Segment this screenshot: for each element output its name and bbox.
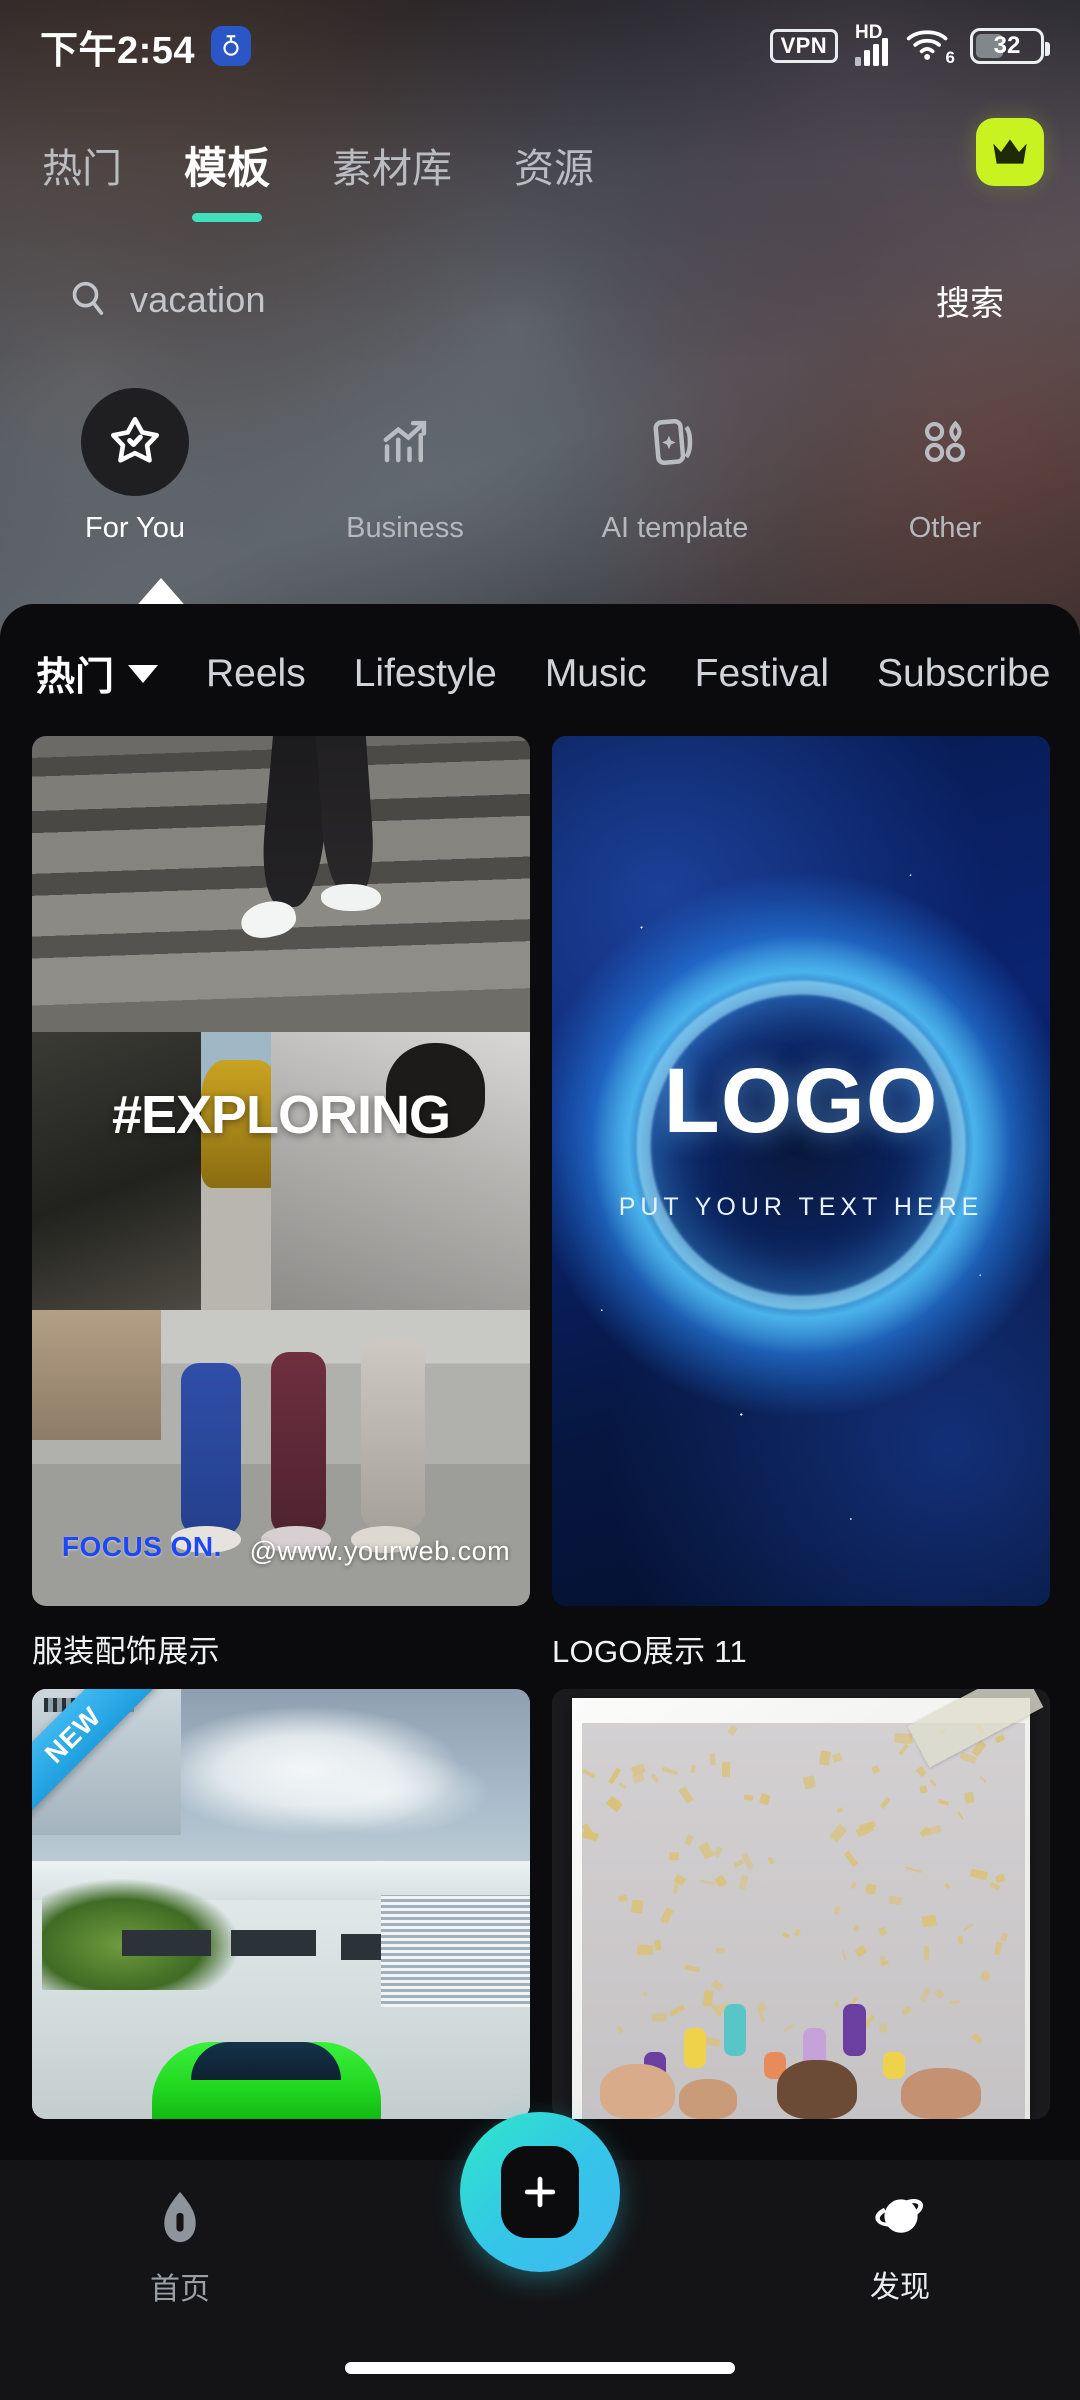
chevron-down-icon[interactable] — [128, 665, 159, 683]
category-business[interactable]: Business — [270, 388, 540, 568]
home-icon — [157, 2189, 203, 2250]
template-card[interactable]: #EXPLORING FOCUS ON. @www.yourweb.com 服装… — [32, 736, 530, 1671]
vpn-indicator: VPN — [769, 28, 838, 64]
four-shapes-icon — [891, 388, 999, 496]
subnav-item-festival[interactable]: Festival — [695, 652, 829, 696]
tab-material-library[interactable]: 素材库 — [332, 136, 452, 200]
template-title: 服装配饰展示 — [32, 1634, 220, 1669]
content-sheet: 热门 Reels Lifestyle Music Festival Subscr… — [0, 604, 1080, 2160]
search-icon — [68, 278, 108, 323]
plus-icon — [501, 2146, 579, 2238]
template-thumbnail[interactable]: LOGO PUT YOUR TEXT HERE — [552, 736, 1050, 1606]
thumb-segment-stairs — [32, 736, 530, 1032]
thumb-confetti-party — [552, 1689, 1050, 2119]
thumb-overlay-subtitle: PUT YOUR TEXT HERE — [618, 1192, 984, 1221]
bottom-nav-home-label: 首页 — [150, 2272, 210, 2306]
bottom-nav-discover-label: 发现 — [870, 2270, 930, 2304]
planet-icon — [871, 2191, 929, 2248]
star-badge-icon — [81, 388, 189, 496]
category-row: For You Business AI template Other — [0, 388, 1080, 568]
tab-template-label: 模板 — [184, 145, 270, 193]
bar-chart-up-icon — [351, 388, 459, 496]
bottom-nav-bar: 首页 发现 — [0, 2112, 1080, 2400]
subnav-item-subscribe[interactable]: Subscribe — [877, 652, 1050, 696]
category-ai-template[interactable]: AI template — [540, 388, 810, 568]
subnav-item-lifestyle[interactable]: Lifestyle — [354, 652, 497, 696]
timer-icon — [211, 26, 252, 66]
search-bar[interactable]: vacation 搜索 — [0, 258, 1080, 342]
template-title: LOGO展示 11 — [552, 1634, 748, 1669]
subnav-item-music[interactable]: Music — [545, 652, 647, 696]
thumb-overlay-website: @www.yourweb.com — [249, 1535, 511, 1566]
tab-hot[interactable]: 热门 — [42, 136, 122, 200]
status-bar: 下午2:54 VPN HD 6 32 — [0, 0, 1080, 92]
template-thumbnail[interactable] — [552, 1689, 1050, 2119]
category-other-label: Other — [908, 512, 982, 544]
crown-icon[interactable] — [976, 118, 1044, 186]
status-bar-right: VPN HD 6 32 — [769, 22, 1050, 67]
tab-template[interactable]: 模板 — [184, 134, 270, 222]
thumb-segment-street — [32, 1031, 530, 1311]
search-input[interactable]: vacation — [130, 279, 936, 321]
template-card[interactable]: LOGO PUT YOUR TEXT HERE LOGO展示 11 — [552, 736, 1050, 1671]
template-card[interactable] — [552, 1689, 1050, 2139]
bottom-nav-home[interactable]: 首页 — [0, 2189, 360, 2308]
wifi-icon: 6 — [905, 27, 955, 67]
battery-level: 32 — [993, 32, 1021, 59]
category-for-you-label: For You — [85, 512, 185, 544]
sub-nav-bar: 热门 Reels Lifestyle Music Festival Subscr… — [0, 604, 1080, 702]
category-other[interactable]: Other — [810, 388, 1080, 568]
thumb-overlay-title: #EXPLORING — [111, 1085, 451, 1145]
thumb-overlay-brand: FOCUS ON. — [61, 1530, 222, 1562]
template-thumbnail[interactable]: NEW — [32, 1689, 530, 2119]
thumb-city-car — [32, 1689, 530, 2119]
category-ai-template-label: AI template — [601, 512, 749, 544]
status-bar-left: 下午2:54 — [40, 19, 252, 74]
search-submit-button[interactable]: 搜索 — [936, 276, 1004, 325]
template-card[interactable]: NEW — [32, 1689, 530, 2139]
gesture-bar — [345, 2362, 735, 2374]
template-thumbnail[interactable]: #EXPLORING FOCUS ON. @www.yourweb.com — [32, 736, 530, 1606]
template-grid: #EXPLORING FOCUS ON. @www.yourweb.com 服装… — [0, 702, 1080, 2139]
tab-resources[interactable]: 资源 — [514, 136, 594, 200]
top-tab-bar: 热门 模板 素材库 资源 — [0, 118, 1080, 222]
tab-active-underline — [192, 213, 262, 222]
tab-hot-label: 热门 — [42, 147, 122, 191]
app-root: 下午2:54 VPN HD 6 32 热门 模板 素材库 资源 vacation… — [0, 0, 1080, 2400]
ai-card-sparkle-icon — [621, 388, 729, 496]
status-time: 下午2:54 — [40, 29, 196, 72]
subnav-item-hot-label: 热门 — [36, 656, 115, 699]
tab-resources-label: 资源 — [514, 147, 594, 191]
wifi-generation-label: 6 — [945, 48, 955, 67]
thumb-overlay-logo: LOGO — [663, 1050, 939, 1153]
category-business-label: Business — [346, 512, 464, 544]
thumb-cosmic-ring — [552, 736, 1050, 1606]
tab-material-library-label: 素材库 — [332, 147, 452, 191]
cellular-signal-icon: HD — [855, 22, 888, 66]
subnav-item-reels[interactable]: Reels — [206, 652, 306, 696]
create-button[interactable] — [460, 2112, 620, 2272]
subnav-item-hot[interactable]: 热门 — [36, 646, 159, 702]
category-for-you[interactable]: For You — [0, 388, 270, 568]
hd-label: HD — [855, 22, 883, 43]
bottom-nav-discover[interactable]: 发现 — [720, 2191, 1080, 2306]
battery-icon: 32 — [970, 28, 1050, 64]
